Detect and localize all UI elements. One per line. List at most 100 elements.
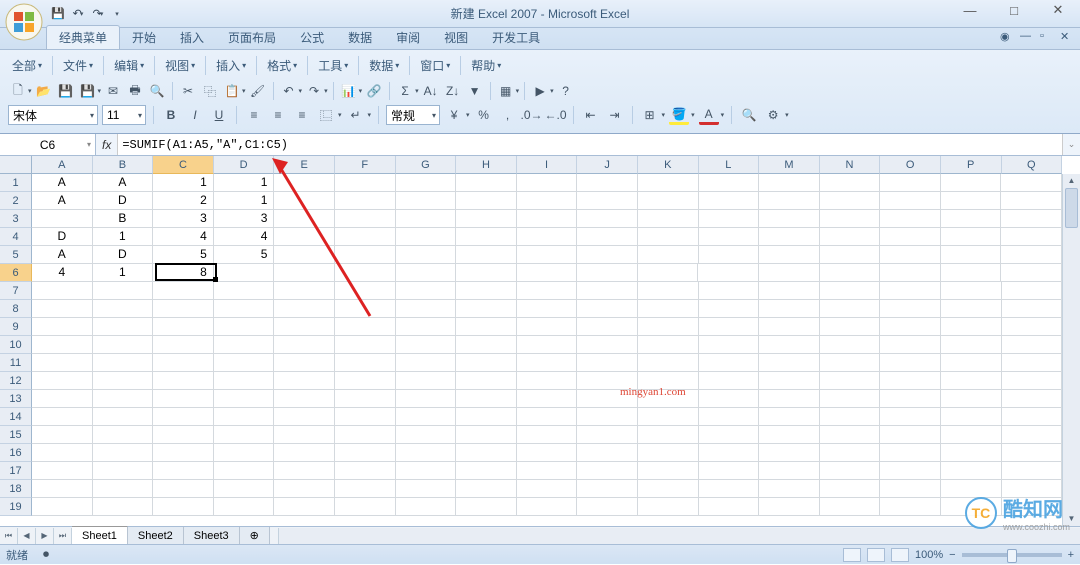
classic-menu-item[interactable]: 工具 ▾ [314, 56, 352, 75]
chart-icon[interactable]: 📊 [339, 81, 359, 101]
cell[interactable] [820, 444, 881, 462]
cell[interactable] [880, 480, 941, 498]
cell[interactable] [941, 282, 1002, 300]
cell[interactable] [880, 174, 941, 192]
cell[interactable] [32, 480, 93, 498]
cell[interactable] [93, 390, 154, 408]
row-header[interactable]: 17 [0, 462, 32, 480]
column-header[interactable]: J [577, 156, 638, 174]
cell[interactable] [1002, 462, 1063, 480]
cell[interactable] [517, 354, 578, 372]
cell[interactable]: 2 [153, 192, 214, 210]
classic-menu-item[interactable]: 窗口 ▾ [416, 56, 454, 75]
sheet-tab[interactable]: Sheet2 [128, 527, 184, 545]
cell[interactable] [93, 444, 154, 462]
cell[interactable] [698, 264, 759, 282]
cell[interactable] [93, 300, 154, 318]
cell[interactable] [153, 282, 214, 300]
cell[interactable] [335, 318, 396, 336]
copy-icon[interactable]: ⿻ [200, 81, 220, 101]
cell[interactable] [32, 498, 93, 516]
paste-icon[interactable]: 📋 [222, 81, 242, 101]
cell[interactable] [32, 462, 93, 480]
cell[interactable] [456, 498, 517, 516]
cell[interactable] [396, 498, 457, 516]
cell[interactable] [759, 408, 820, 426]
cell[interactable] [577, 408, 638, 426]
cell[interactable] [820, 174, 881, 192]
cell[interactable] [517, 228, 578, 246]
ribbon-tab[interactable]: 视图 [432, 26, 480, 49]
row-header[interactable]: 12 [0, 372, 32, 390]
cell[interactable] [699, 372, 760, 390]
cell[interactable] [517, 300, 578, 318]
cell[interactable] [274, 300, 335, 318]
cell[interactable] [820, 354, 881, 372]
cell[interactable]: A [32, 174, 93, 192]
cell[interactable] [880, 192, 941, 210]
font-size-combo[interactable]: 11 [102, 105, 146, 125]
cell[interactable] [93, 462, 154, 480]
cell[interactable] [941, 390, 1002, 408]
row-header[interactable]: 2 [0, 192, 32, 210]
cell[interactable] [1001, 264, 1062, 282]
cell[interactable] [1002, 390, 1063, 408]
cell[interactable] [699, 354, 760, 372]
saveas-icon[interactable]: 💾 [78, 81, 98, 101]
cell[interactable] [1002, 318, 1063, 336]
cell[interactable] [577, 228, 638, 246]
cell[interactable] [456, 336, 517, 354]
cell[interactable] [1001, 210, 1062, 228]
cell[interactable] [456, 174, 517, 192]
cell[interactable] [335, 498, 396, 516]
cell[interactable] [638, 408, 699, 426]
column-headers[interactable]: ABCDEFGHIJKLMNOPQ [32, 156, 1062, 174]
column-header[interactable]: I [517, 156, 578, 174]
row-header[interactable]: 15 [0, 426, 32, 444]
cell[interactable] [335, 192, 396, 210]
dec-decimal-icon[interactable]: ←.0 [546, 105, 566, 125]
cell[interactable] [456, 390, 517, 408]
row-header[interactable]: 16 [0, 444, 32, 462]
cell[interactable] [638, 480, 699, 498]
cell[interactable] [335, 372, 396, 390]
merge-icon[interactable]: ⿺ [316, 105, 336, 125]
save-icon[interactable]: 💾 [50, 6, 66, 22]
undo-icon[interactable]: ↶▾ [70, 6, 86, 22]
cell[interactable] [759, 390, 820, 408]
cell[interactable] [699, 390, 760, 408]
cell[interactable] [396, 408, 457, 426]
cell[interactable] [759, 318, 820, 336]
cell[interactable] [396, 318, 457, 336]
cell[interactable] [638, 282, 699, 300]
cell[interactable] [335, 282, 396, 300]
ribbon-minimize-icon[interactable]: — [1020, 30, 1034, 44]
preview-icon[interactable]: 🔍 [147, 81, 167, 101]
cell[interactable] [335, 228, 396, 246]
zoom-level[interactable]: 100% [915, 549, 943, 561]
font-name-combo[interactable]: 宋体 [8, 105, 98, 125]
cell[interactable]: 4 [153, 228, 214, 246]
cell[interactable] [759, 372, 820, 390]
cell[interactable] [153, 336, 214, 354]
cell[interactable] [274, 318, 335, 336]
classic-menu-item[interactable]: 帮助 ▾ [467, 56, 505, 75]
cell[interactable] [880, 264, 941, 282]
cell[interactable] [517, 318, 578, 336]
sheet-nav-last-icon[interactable]: ⏭ [54, 528, 72, 544]
cell[interactable]: 3 [214, 210, 275, 228]
cell[interactable] [638, 192, 699, 210]
cell[interactable] [274, 174, 335, 192]
close-button[interactable]: ✕ [1036, 0, 1080, 20]
cell[interactable] [517, 282, 578, 300]
cell[interactable] [274, 480, 335, 498]
cell[interactable] [820, 390, 881, 408]
row-header[interactable]: 1 [0, 174, 32, 192]
cell[interactable] [820, 372, 881, 390]
cell[interactable] [153, 444, 214, 462]
cell[interactable] [335, 174, 396, 192]
column-header[interactable]: M [759, 156, 820, 174]
cell[interactable] [699, 300, 760, 318]
cell[interactable] [1001, 174, 1062, 192]
view-pagebreak-icon[interactable] [891, 548, 909, 562]
